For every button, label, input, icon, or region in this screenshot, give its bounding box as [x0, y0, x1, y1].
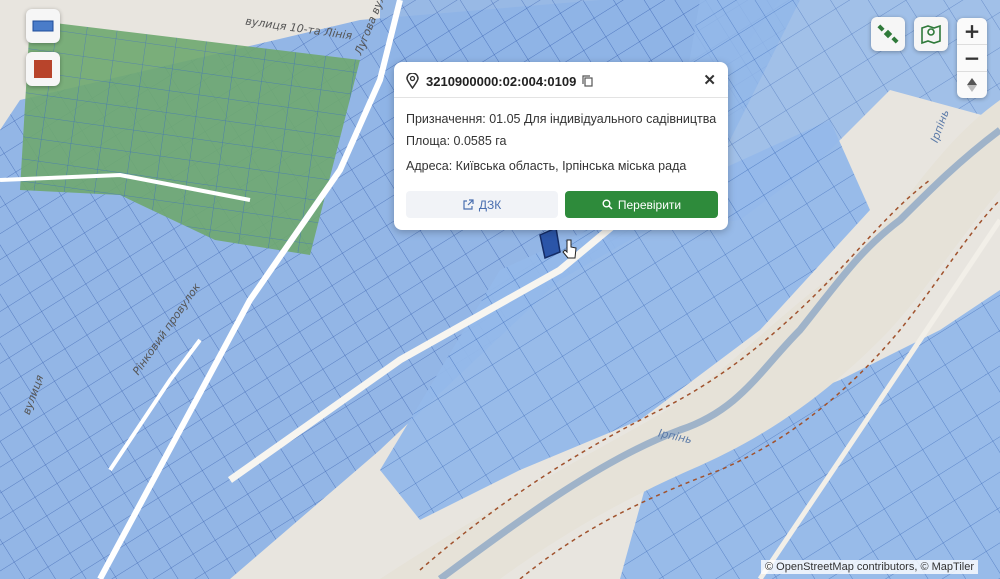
external-link-icon	[463, 199, 474, 210]
parcel-address: Адреса: Київська область, Ірпінська місь…	[406, 159, 687, 173]
map-attribution[interactable]: © OpenStreetMap contributors, © MapTiler	[761, 560, 978, 574]
compass-button[interactable]	[957, 72, 987, 98]
copy-icon[interactable]	[582, 75, 594, 87]
parcel-popup: 3210900000:02:004:0109 ✕ Призначення: 01…	[394, 62, 728, 230]
popup-divider	[394, 97, 728, 98]
location-pin-icon	[406, 73, 419, 89]
check-label: Перевірити	[617, 197, 682, 212]
close-icon[interactable]: ✕	[703, 71, 716, 89]
layer-style-button[interactable]	[26, 9, 60, 43]
popup-header: 3210900000:02:004:0109 ✕	[406, 71, 718, 91]
parcel-purpose: Призначення: 01.05 Для індивідуального с…	[406, 112, 717, 126]
check-button[interactable]: Перевірити	[565, 191, 718, 218]
zoom-in-button[interactable]: +	[957, 18, 987, 45]
dzk-link-button[interactable]: ДЗК	[406, 191, 558, 218]
dzk-label: ДЗК	[478, 197, 502, 212]
map-layer-button[interactable]	[914, 17, 948, 51]
search-icon	[602, 199, 613, 210]
color-square-icon	[34, 60, 52, 78]
layer-color-button[interactable]	[26, 52, 60, 86]
parcel-area: Площа: 0.0585 га	[406, 134, 507, 148]
compass-icon	[967, 78, 977, 92]
cadastral-number: 3210900000:02:004:0109	[426, 73, 577, 89]
map-style-icon	[32, 20, 54, 32]
map-pin-icon	[921, 24, 941, 45]
zoom-out-button[interactable]: −	[957, 45, 987, 72]
zoom-controls: + −	[957, 18, 987, 98]
satellite-layer-button[interactable]	[871, 17, 905, 51]
satellite-icon	[877, 24, 899, 44]
